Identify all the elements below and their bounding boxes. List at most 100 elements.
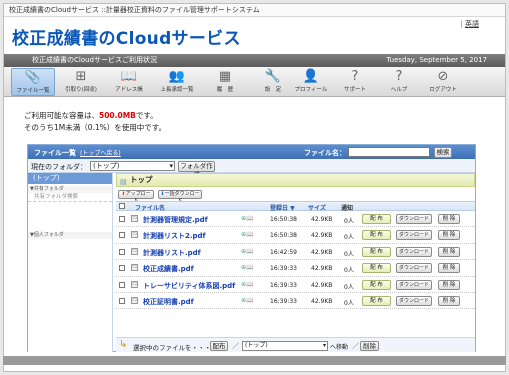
view-icon[interactable]: ⊕📖 xyxy=(241,248,254,255)
view-icon[interactable]: ⊕📖 xyxy=(241,231,254,238)
table-row: ▭ 校正証明書.pdf ⊕📖 16:39:33 42.9KB 0人 配 布 ダウ… xyxy=(116,293,475,310)
file-name-link[interactable]: 計測器リスト2.pdf xyxy=(143,231,206,241)
delete-button[interactable]: 削 除 xyxy=(438,279,460,290)
make-folder-button[interactable]: フォルダ作成 xyxy=(178,161,215,179)
shared-folder-search[interactable]: 共有フォルダ検索 xyxy=(28,193,112,202)
distribute-button[interactable]: 配 布 xyxy=(362,295,391,306)
nav-help[interactable]: ? ヘルプ xyxy=(377,68,421,96)
nav-label: 上長承認一覧 xyxy=(160,87,194,93)
select-all-checkbox[interactable] xyxy=(119,203,125,209)
distribute-button[interactable]: 配 布 xyxy=(362,263,391,274)
bulk-slash: ／ xyxy=(232,342,239,350)
distribute-button[interactable]: 配 布 xyxy=(362,279,391,290)
nav-logout[interactable]: ⊘ ログアウト xyxy=(421,68,465,96)
folder-sidebar: (トップ) ▼共有フォルダ 共有フォルダ検索 ▼個人フォルダ xyxy=(28,173,113,352)
nav-collect[interactable]: ⊞ 引取り(回収) xyxy=(59,68,103,96)
panel-header: ファイル一覧 (トップへ戻る) ファイル名： 検索 xyxy=(28,145,475,159)
usage-text: です。 xyxy=(135,111,158,120)
nav-label: プロフィール xyxy=(294,87,328,93)
nav-profile[interactable]: 👤 プロフィール xyxy=(289,68,333,96)
nav-history[interactable]: ▦ 履 歴 xyxy=(203,68,247,96)
bulk-download-button[interactable]: ⬇一括ダウンロード xyxy=(158,190,202,204)
nav-label: アドレス帳 xyxy=(115,87,143,93)
nav-label: ヘルプ xyxy=(390,87,408,93)
document-icon: ▭ xyxy=(131,296,138,304)
view-icon[interactable]: ⊕📖 xyxy=(241,215,254,222)
view-icon[interactable]: ⊕📖 xyxy=(241,264,254,271)
view-icon[interactable]: ⊕📖 xyxy=(241,281,254,288)
delete-button[interactable]: 削 除 xyxy=(438,263,460,274)
nav-support[interactable]: ? サポート xyxy=(333,68,377,96)
file-name-link[interactable]: トレーサビリティ体系図.pdf xyxy=(143,281,235,291)
table-row: ▭ 校正成績書.pdf ⊕📖 16:39:33 42.9KB 0人 配 布 ダウ… xyxy=(116,260,475,277)
file-size: 42.9KB xyxy=(311,265,333,273)
row-checkbox[interactable] xyxy=(119,265,125,272)
nav-file-list[interactable]: 📎 ファイル一覧 xyxy=(11,68,55,96)
file-name-link[interactable]: 校正証明書.pdf xyxy=(143,297,194,307)
english-link[interactable]: 英語 xyxy=(465,20,479,28)
nav-label: 履 歴 xyxy=(216,87,234,93)
row-checkbox[interactable] xyxy=(119,216,125,222)
file-name-link[interactable]: 計測器リスト.pdf xyxy=(143,248,201,258)
row-checkbox[interactable] xyxy=(119,248,125,255)
folder-bar: 現在のフォルダ： (トップ) フォルダ作成 xyxy=(28,159,475,179)
file-notice: 0人 xyxy=(344,299,354,307)
file-size: 42.9KB xyxy=(311,281,333,289)
site-logo[interactable]: 校正成績書のCloudサービス xyxy=(12,24,241,49)
distribute-button[interactable]: 配 布 xyxy=(362,230,391,241)
download-button[interactable]: ダウンロード xyxy=(396,263,432,274)
download-button[interactable]: ダウンロード xyxy=(396,230,432,241)
search-button[interactable]: 検索 xyxy=(434,147,452,158)
bulk-slash: ／ xyxy=(352,342,359,350)
file-size: 42.9KB xyxy=(311,248,333,256)
distribute-button[interactable]: 配 布 xyxy=(362,214,391,224)
file-name-link[interactable]: 校正成績書.pdf xyxy=(143,264,194,274)
bulk-move-button[interactable]: へ移動 xyxy=(330,342,348,351)
file-time: 16:39:33 xyxy=(270,281,297,289)
support-icon: ? xyxy=(351,69,359,84)
filename-label: ファイル名： xyxy=(304,149,346,157)
move-target-select[interactable]: (トップ) xyxy=(242,341,328,351)
file-list-area: ▤ トップ ⬆アップロード ⬇一括ダウンロード ファイル名 登録日 ▼ サイズ … xyxy=(116,173,475,352)
filename-search-input[interactable] xyxy=(348,147,430,157)
file-name-link[interactable]: 計測器管理規定.pdf xyxy=(143,215,208,225)
current-folder-select[interactable]: (トップ) xyxy=(90,161,175,171)
row-checkbox[interactable] xyxy=(119,281,125,288)
usage-text: ご利用可能な容量は、 xyxy=(24,111,99,120)
bulk-distribute-button[interactable]: 配布 xyxy=(210,341,228,351)
breadcrumb-top: トップ xyxy=(130,175,153,184)
sidebar-item-top[interactable]: (トップ) xyxy=(28,173,112,184)
bulk-action-text: 選択中のファイルを・・・ xyxy=(133,344,211,352)
back-to-top-link[interactable]: (トップへ戻る) xyxy=(80,148,121,157)
panel-title: ファイル一覧 xyxy=(34,149,76,157)
delete-button[interactable]: 削 除 xyxy=(438,230,460,241)
table-row: ▭ トレーサビリティ体系図.pdf ⊕📖 16:39:33 42.9KB 0人 … xyxy=(116,277,475,293)
delete-button[interactable]: 削 除 xyxy=(438,295,460,306)
upload-button[interactable]: ⬆アップロード xyxy=(118,190,154,204)
status-bar: 校正成績書のCloudサービスご利用状況 Tuesday, September … xyxy=(4,54,505,67)
breadcrumb: ▤ トップ xyxy=(116,173,475,187)
users-icon: 👥 xyxy=(168,69,186,84)
nav-address-book[interactable]: 📖 アドレス帳 xyxy=(107,68,151,96)
delete-button[interactable]: 削 除 xyxy=(438,246,460,257)
file-notice: 0人 xyxy=(344,234,354,242)
distribute-button[interactable]: 配 布 xyxy=(362,246,391,257)
view-icon[interactable]: ⊕📖 xyxy=(241,297,254,304)
profile-icon: 👤 xyxy=(302,69,320,84)
row-checkbox[interactable] xyxy=(119,297,125,304)
download-button[interactable]: ダウンロード xyxy=(396,214,432,224)
document-icon: ▭ xyxy=(131,280,138,288)
bulk-delete-button[interactable]: 削除 xyxy=(360,341,379,351)
row-checkbox[interactable] xyxy=(119,232,125,239)
download-button[interactable]: ダウンロード xyxy=(396,295,432,306)
current-date: Tuesday, September 5, 2017 xyxy=(386,56,487,64)
download-button[interactable]: ダウンロード xyxy=(396,279,432,290)
delete-button[interactable]: 削 除 xyxy=(438,214,460,224)
file-time: 16:39:33 xyxy=(270,265,297,273)
download-button[interactable]: ダウンロード xyxy=(396,246,432,257)
main-nav: 📎 ファイル一覧 ⊞ 引取り(回収) 📖 アドレス帳 👥 上長承認一覧 ▦ 履 … xyxy=(4,67,505,97)
file-table-body: ▭ 計測器管理規定.pdf ⊕📖 16:50:38 42.9KB 0人 配 布 … xyxy=(116,211,475,310)
file-panel: ファイル一覧 (トップへ戻る) ファイル名： 検索 現在のフォルダ： (トップ)… xyxy=(27,144,476,352)
nav-approvals[interactable]: 👥 上長承認一覧 xyxy=(155,68,199,96)
bulk-arrow-icon: ↳ xyxy=(119,339,128,350)
